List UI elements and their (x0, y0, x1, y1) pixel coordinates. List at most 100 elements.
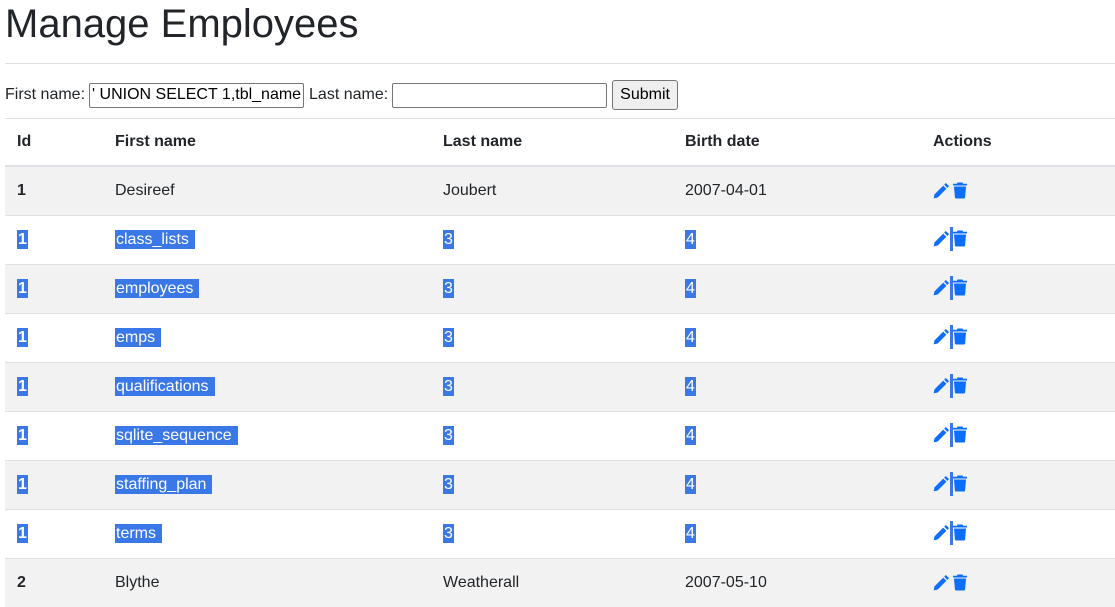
cell-actions (921, 263, 1115, 313)
trash-icon[interactable] (953, 182, 967, 199)
pencil-icon[interactable] (933, 230, 950, 247)
cell-birth-date: 4 (673, 312, 921, 362)
pencil-icon[interactable] (933, 475, 950, 492)
trash-icon[interactable] (953, 426, 967, 443)
birth-date-value: 2007-05-10 (685, 573, 767, 591)
row-actions (933, 570, 967, 594)
cell-actions (921, 165, 1115, 215)
last-name-value: 3 (443, 425, 454, 445)
employees-table: Id First name Last name Birth date Actio… (5, 118, 1115, 607)
cell-birth-date: 4 (673, 361, 921, 411)
first-name-value: Blythe (115, 573, 160, 591)
cell-birth-date: 4 (673, 410, 921, 460)
cell-first-name: terms (103, 508, 431, 558)
pencil-icon[interactable] (933, 279, 950, 296)
birth-date-value: 4 (685, 327, 696, 347)
divider (5, 63, 1115, 64)
cell-last-name: 3 (431, 312, 673, 362)
birth-date-value: 4 (685, 229, 696, 249)
cell-id: 1 (5, 361, 103, 411)
column-header-last-name: Last name (431, 118, 673, 167)
cell-first-name: qualifications (103, 361, 431, 411)
last-name-input[interactable] (392, 82, 608, 108)
cell-birth-date: 4 (673, 214, 921, 264)
trash-icon[interactable] (953, 279, 967, 296)
cell-birth-date: 2007-04-01 (673, 165, 921, 215)
cell-actions (921, 557, 1115, 607)
row-actions (933, 471, 967, 496)
cell-actions (921, 312, 1115, 362)
trash-icon[interactable] (953, 230, 967, 247)
last-name-value: Joubert (443, 181, 497, 199)
last-name-value: 3 (443, 229, 454, 249)
cell-birth-date: 2007-05-10 (673, 557, 921, 607)
row-actions (933, 226, 967, 251)
cell-id: 1 (5, 263, 103, 313)
cell-first-name: staffing_plan (103, 459, 431, 509)
cell-id: 1 (5, 312, 103, 362)
cell-id: 1 (5, 459, 103, 509)
column-header-id: Id (5, 118, 103, 167)
column-header-first-name: First name (103, 118, 431, 167)
row-actions (933, 520, 967, 545)
id-value: 1 (17, 523, 28, 543)
pencil-icon[interactable] (933, 574, 950, 591)
table-row: 1 qualifications 3 4 (5, 361, 1115, 411)
last-name-label: Last name: (309, 86, 389, 103)
table-row: 1 staffing_plan 3 4 (5, 459, 1115, 509)
cell-last-name: 3 (431, 263, 673, 313)
table-row: 2 Blythe Weatherall 2007-05-10 (5, 557, 1115, 607)
row-actions (933, 373, 967, 398)
last-name-value: Weatherall (443, 573, 520, 591)
cell-last-name: 3 (431, 508, 673, 558)
cell-last-name: 3 (431, 361, 673, 411)
first-name-value: emps (115, 327, 162, 347)
id-value: 1 (17, 278, 28, 298)
pencil-icon[interactable] (933, 426, 950, 443)
cell-last-name: 3 (431, 214, 673, 264)
id-value: 1 (17, 229, 28, 249)
table-header-row: Id First name Last name Birth date Actio… (5, 118, 1115, 167)
trash-icon[interactable] (953, 475, 967, 492)
row-actions (933, 324, 967, 349)
last-name-value: 3 (443, 327, 454, 347)
table-row: 1 terms 3 4 (5, 508, 1115, 558)
cell-first-name: class_lists (103, 214, 431, 264)
cell-id: 1 (5, 214, 103, 264)
trash-icon[interactable] (953, 328, 967, 345)
first-name-value: Desireef (115, 181, 175, 199)
first-name-input[interactable] (89, 82, 305, 108)
trash-icon[interactable] (953, 377, 967, 394)
pencil-icon[interactable] (933, 182, 950, 199)
first-name-value: terms (115, 523, 162, 543)
id-value: 1 (17, 181, 26, 199)
column-header-birth-date: Birth date (673, 118, 921, 167)
first-name-value: employees (115, 278, 200, 298)
table-row: 1 emps 3 4 (5, 312, 1115, 362)
page: Manage Employees First name: Last name: … (0, 0, 1115, 607)
cell-first-name: emps (103, 312, 431, 362)
trash-icon[interactable] (953, 574, 967, 591)
birth-date-value: 4 (685, 425, 696, 445)
first-name-value: qualifications (115, 376, 215, 396)
cell-actions (921, 459, 1115, 509)
cell-actions (921, 361, 1115, 411)
cell-id: 1 (5, 410, 103, 460)
submit-button[interactable]: Submit (612, 80, 678, 110)
trash-icon[interactable] (953, 524, 967, 541)
id-value: 2 (17, 573, 26, 591)
cell-first-name: Desireef (103, 165, 431, 215)
cell-last-name: 3 (431, 410, 673, 460)
table-row: 1 employees 3 4 (5, 263, 1115, 313)
cell-birth-date: 4 (673, 459, 921, 509)
cell-last-name: Weatherall (431, 557, 673, 607)
pencil-icon[interactable] (933, 377, 950, 394)
row-actions (933, 422, 967, 447)
pencil-icon[interactable] (933, 328, 950, 345)
first-name-label: First name: (5, 86, 86, 103)
pencil-icon[interactable] (933, 524, 950, 541)
birth-date-value: 4 (685, 376, 696, 396)
cell-first-name: Blythe (103, 557, 431, 607)
last-name-value: 3 (443, 376, 454, 396)
last-name-value: 3 (443, 523, 454, 543)
